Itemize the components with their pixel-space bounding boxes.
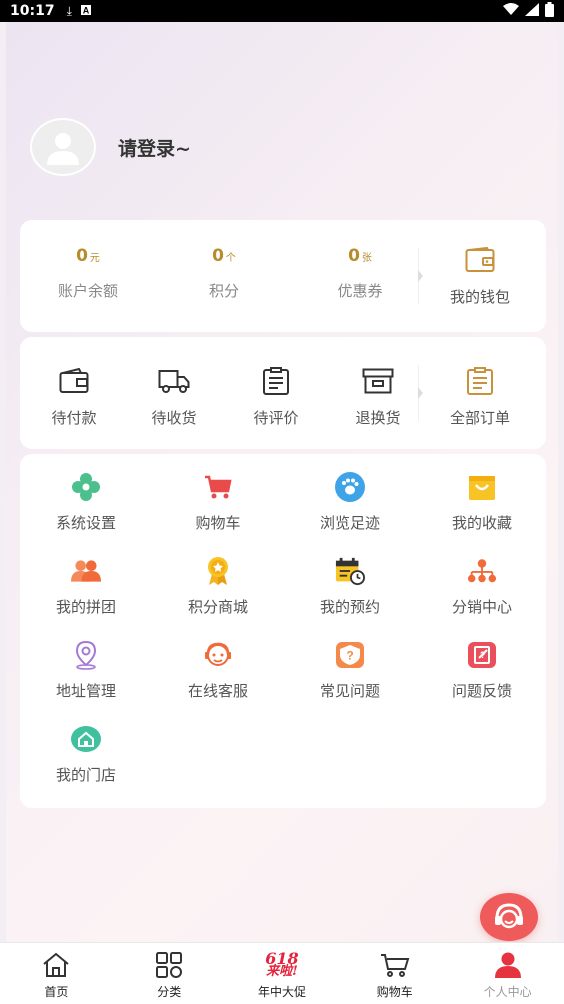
wallet-outline-icon xyxy=(58,365,90,397)
menu-label: 我的预约 xyxy=(319,598,380,616)
tab-category[interactable]: 分类 xyxy=(113,943,226,1004)
menu-browse-history[interactable]: 浏览足迹 xyxy=(284,472,416,533)
avatar[interactable] xyxy=(30,118,96,176)
balance-value: 0 xyxy=(76,246,88,266)
login-link[interactable]: 请登录~ xyxy=(118,134,191,161)
group-icon xyxy=(71,556,101,586)
orders-card: 待付款 待收货 待评价 退换货 全部订单 xyxy=(20,337,546,449)
floating-customer-service-button[interactable] xyxy=(480,893,538,941)
menu-address-management[interactable]: 地址管理 xyxy=(20,640,152,701)
customer-service-icon xyxy=(203,640,233,670)
coupons-value: 0 xyxy=(348,246,360,266)
download-icon: ⤓ xyxy=(66,3,72,18)
tab-label: 首页 xyxy=(44,985,69,999)
menu-faq[interactable]: ? 常见问题 xyxy=(284,640,416,701)
points-unit: 个 xyxy=(225,253,236,264)
balance-label: 账户余额 xyxy=(57,282,118,300)
tab-home[interactable]: 首页 xyxy=(0,943,113,1004)
flower-settings-icon xyxy=(71,472,101,502)
all-orders-label: 全部订单 xyxy=(449,409,510,427)
menu-label: 分销中心 xyxy=(451,598,512,616)
notification-icon: A xyxy=(80,4,92,19)
archive-box-icon xyxy=(362,365,394,397)
calendar-clock-icon xyxy=(335,556,365,586)
tab-personal-center[interactable]: 个人中心 xyxy=(451,943,564,1004)
cart-icon xyxy=(338,951,451,979)
wallet-label: 我的钱包 xyxy=(449,288,510,306)
battery-icon xyxy=(545,1,554,21)
status-bar: 10:17 ⤓ A xyxy=(0,0,564,22)
menu-group-buy[interactable]: 我的拼团 xyxy=(20,556,152,617)
signal-icon xyxy=(525,2,539,20)
coupons-unit: 张 xyxy=(361,253,372,264)
default-avatar-icon xyxy=(47,133,79,165)
points-label: 积分 xyxy=(208,282,239,300)
menu-label: 地址管理 xyxy=(55,682,116,700)
coupons-label: 优惠券 xyxy=(337,282,383,300)
my-wallet-button[interactable]: 我的钱包 xyxy=(420,244,540,307)
favorite-bag-icon xyxy=(467,472,497,502)
assets-card: 0元 账户余额 0个 积分 0张 优惠券 我的钱包 xyxy=(20,220,546,332)
location-pin-icon xyxy=(71,640,101,670)
tab-promotion[interactable]: 618 来啦! 年中大促 xyxy=(226,943,339,1004)
network-icon xyxy=(467,556,497,586)
menu-label: 我的门店 xyxy=(55,766,116,784)
svg-text:?: ? xyxy=(346,649,353,663)
menu-distribution-center[interactable]: 分销中心 xyxy=(416,556,548,617)
promo-slogan: 来啦! xyxy=(266,964,298,979)
menu-reservations[interactable]: 我的预约 xyxy=(284,556,416,617)
menu-online-service[interactable]: 在线客服 xyxy=(152,640,284,701)
question-icon: ? xyxy=(335,640,365,670)
menu-label: 我的拼团 xyxy=(55,598,116,616)
menu-favorites[interactable]: 我的收藏 xyxy=(416,472,548,533)
menu-cart[interactable]: 购物车 xyxy=(152,472,284,533)
tab-label: 分类 xyxy=(157,985,182,999)
headset-icon xyxy=(495,903,523,929)
order-list-icon xyxy=(464,365,496,397)
cart-icon xyxy=(203,472,233,502)
services-card: 系统设置 购物车 浏览足迹 我的收藏 我的拼团 积分商城 我的预约 分销中心 地… xyxy=(20,454,546,808)
menu-label: 浏览足迹 xyxy=(319,514,380,532)
balance-unit: 元 xyxy=(89,253,100,264)
svg-text:A: A xyxy=(83,5,90,15)
personal-center-page: 请登录~ 0元 账户余额 0个 积分 0张 优惠券 我的钱包 待付款 待收货 待… xyxy=(6,22,558,942)
category-icon xyxy=(113,951,226,979)
tab-label: 个人中心 xyxy=(483,985,532,999)
points-value: 0 xyxy=(212,246,224,266)
tab-cart[interactable]: 购物车 xyxy=(338,943,451,1004)
menu-system-settings[interactable]: 系统设置 xyxy=(20,472,152,533)
user-icon xyxy=(451,951,564,979)
tab-label: 购物车 xyxy=(376,985,413,999)
store-icon xyxy=(71,724,101,754)
footprint-icon xyxy=(335,472,365,502)
menu-label: 积分商城 xyxy=(187,598,248,616)
menu-label: 在线客服 xyxy=(187,682,248,700)
menu-label: 问题反馈 xyxy=(451,682,512,700)
svg-text:?: ? xyxy=(480,650,486,660)
menu-my-store[interactable]: 我的门店 xyxy=(20,724,152,785)
wallet-icon xyxy=(464,244,496,276)
menu-feedback[interactable]: ? 问题反馈 xyxy=(416,640,548,701)
menu-label: 我的收藏 xyxy=(451,514,512,532)
wifi-icon xyxy=(503,2,519,20)
coupons[interactable]: 0张 优惠券 xyxy=(300,246,420,301)
menu-points-mall[interactable]: 积分商城 xyxy=(152,556,284,617)
menu-label: 常见问题 xyxy=(319,682,380,700)
profile-header[interactable]: 请登录~ xyxy=(30,118,191,176)
clipboard-icon xyxy=(260,365,292,397)
tab-label: 年中大促 xyxy=(257,985,306,999)
medal-icon xyxy=(203,556,233,586)
bottom-tab-bar: 首页 分类 618 来啦! 年中大促 购物车 个人中心 xyxy=(0,942,564,1004)
feedback-icon: ? xyxy=(467,640,497,670)
truck-icon xyxy=(158,365,190,397)
status-time: 10:17 xyxy=(10,3,55,19)
account-balance[interactable]: 0元 账户余额 xyxy=(28,246,148,301)
menu-label: 系统设置 xyxy=(55,514,116,532)
promo-618-icon: 618 来啦! xyxy=(226,951,339,979)
home-icon xyxy=(0,951,113,979)
all-orders-button[interactable]: 全部订单 xyxy=(420,365,540,428)
menu-label: 购物车 xyxy=(195,514,241,532)
points[interactable]: 0个 积分 xyxy=(164,246,284,301)
